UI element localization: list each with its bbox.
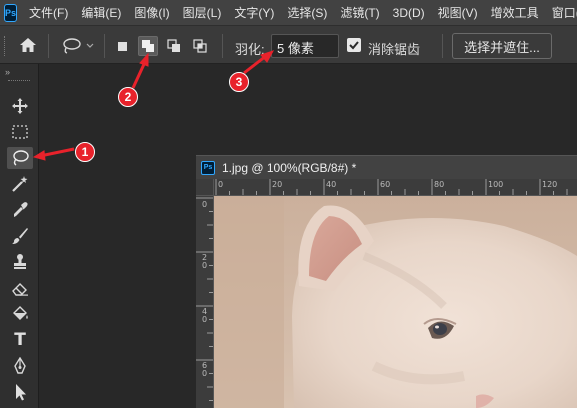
horizontal-ruler[interactable]: 0 20 40 60 80 100 120 bbox=[214, 179, 577, 196]
menu-plugins[interactable]: 增效工具 bbox=[491, 4, 539, 21]
subtract-from-selection-button[interactable] bbox=[164, 36, 184, 56]
add-to-selection-icon bbox=[142, 40, 154, 52]
menu-view[interactable]: 视图(V) bbox=[438, 4, 478, 21]
cat-photo-canvas[interactable] bbox=[214, 196, 577, 408]
subtract-selection-icon bbox=[167, 39, 180, 52]
ruler-label: 0 bbox=[218, 180, 224, 189]
menu-edit[interactable]: 编辑(E) bbox=[81, 4, 121, 21]
feather-label: 羽化: bbox=[235, 42, 265, 57]
lasso-tool-icon[interactable] bbox=[7, 147, 33, 169]
new-selection-button[interactable] bbox=[112, 36, 132, 56]
type-tool-glyph: T bbox=[14, 330, 26, 350]
photoshop-document-icon: Ps bbox=[201, 160, 215, 175]
pen-tool-icon[interactable] bbox=[7, 355, 33, 377]
intersect-selection-icon bbox=[193, 39, 207, 53]
menu-bar: Ps 文件(F) 编辑(E) 图像(I) 图层(L) 文字(Y) 选择(S) 滤… bbox=[0, 0, 577, 25]
antialias-checkbox[interactable] bbox=[347, 38, 361, 52]
antialias-label: 消除锯齿 bbox=[368, 42, 421, 57]
eraser-tool-icon[interactable] bbox=[7, 277, 33, 299]
options-separator bbox=[442, 34, 443, 58]
options-separator bbox=[48, 34, 49, 58]
paint-bucket-tool-icon[interactable] bbox=[7, 303, 33, 325]
menu-file[interactable]: 文件(F) bbox=[29, 4, 68, 21]
intersect-selection-button[interactable] bbox=[190, 36, 210, 56]
document-window: Ps 1.jpg @ 100%(RGB/8#) * 0 20 40 60 80 … bbox=[196, 155, 577, 408]
checkmark-icon bbox=[349, 41, 359, 50]
tool-preset-picker[interactable] bbox=[60, 37, 98, 55]
ruler-label: 100 bbox=[488, 180, 504, 189]
ruler-label: 2 0 bbox=[202, 253, 208, 270]
menu-select[interactable]: 选择(S) bbox=[287, 4, 327, 21]
menu-layer[interactable]: 图层(L) bbox=[183, 4, 222, 21]
toolbar-grip[interactable] bbox=[8, 80, 30, 82]
ruler-origin[interactable] bbox=[196, 179, 214, 196]
menu-type[interactable]: 文字(Y) bbox=[234, 4, 274, 21]
menu-window[interactable]: 窗口(W) bbox=[552, 4, 577, 21]
photoshop-logo-icon: Ps bbox=[4, 3, 18, 22]
add-to-selection-button[interactable] bbox=[138, 36, 158, 56]
move-tool-icon[interactable] bbox=[7, 95, 33, 117]
options-bar-grip[interactable] bbox=[4, 36, 7, 56]
home-icon bbox=[20, 38, 36, 52]
path-selection-tool-icon[interactable] bbox=[7, 381, 33, 403]
ruler-label: 120 bbox=[542, 180, 558, 189]
home-button[interactable] bbox=[18, 36, 38, 54]
brush-tool-icon[interactable] bbox=[7, 225, 33, 247]
ruler-label: 0 bbox=[202, 200, 208, 209]
callout-badge-2: 2 bbox=[118, 87, 138, 107]
feather-input[interactable]: 5 像素 bbox=[271, 34, 339, 58]
menu-filter[interactable]: 滤镜(T) bbox=[340, 4, 379, 21]
new-selection-icon bbox=[118, 42, 127, 51]
ruler-label: 6 0 bbox=[202, 361, 208, 378]
eyedropper-tool-icon[interactable] bbox=[7, 199, 33, 221]
collapse-toolbar-icon[interactable]: » bbox=[5, 67, 10, 77]
options-separator bbox=[104, 34, 105, 58]
stamp-tool-icon[interactable] bbox=[7, 251, 33, 273]
ruler-label: 40 bbox=[326, 180, 337, 189]
menu-image[interactable]: 图像(I) bbox=[134, 4, 169, 21]
options-separator bbox=[222, 34, 223, 58]
document-title: 1.jpg @ 100%(RGB/8#) * bbox=[222, 160, 357, 175]
ruler-label: 4 0 bbox=[202, 307, 208, 324]
marquee-tool-icon[interactable] bbox=[7, 121, 33, 143]
tools-panel: » T bbox=[0, 64, 39, 408]
type-tool-icon[interactable]: T bbox=[7, 329, 33, 351]
lasso-preset-icon bbox=[63, 38, 94, 54]
select-and-mask-button[interactable]: 选择并遮住... bbox=[452, 33, 552, 59]
menu-3d[interactable]: 3D(D) bbox=[393, 6, 425, 20]
horizontal-ruler-ticks bbox=[215, 179, 568, 195]
options-bar: 羽化: 5 像素 消除锯齿 选择并遮住... bbox=[0, 25, 577, 64]
ruler-label: 80 bbox=[434, 180, 445, 189]
vertical-ruler[interactable]: 0 2 0 4 0 6 0 bbox=[196, 196, 214, 408]
callout-badge-1: 1 bbox=[75, 142, 95, 162]
document-tab[interactable]: Ps 1.jpg @ 100%(RGB/8#) * bbox=[196, 155, 577, 179]
magic-wand-tool-icon[interactable] bbox=[7, 173, 33, 195]
ruler-label: 20 bbox=[272, 180, 283, 189]
ruler-label: 60 bbox=[380, 180, 391, 189]
callout-badge-3: 3 bbox=[229, 72, 249, 92]
cat-photo-image bbox=[214, 196, 577, 408]
